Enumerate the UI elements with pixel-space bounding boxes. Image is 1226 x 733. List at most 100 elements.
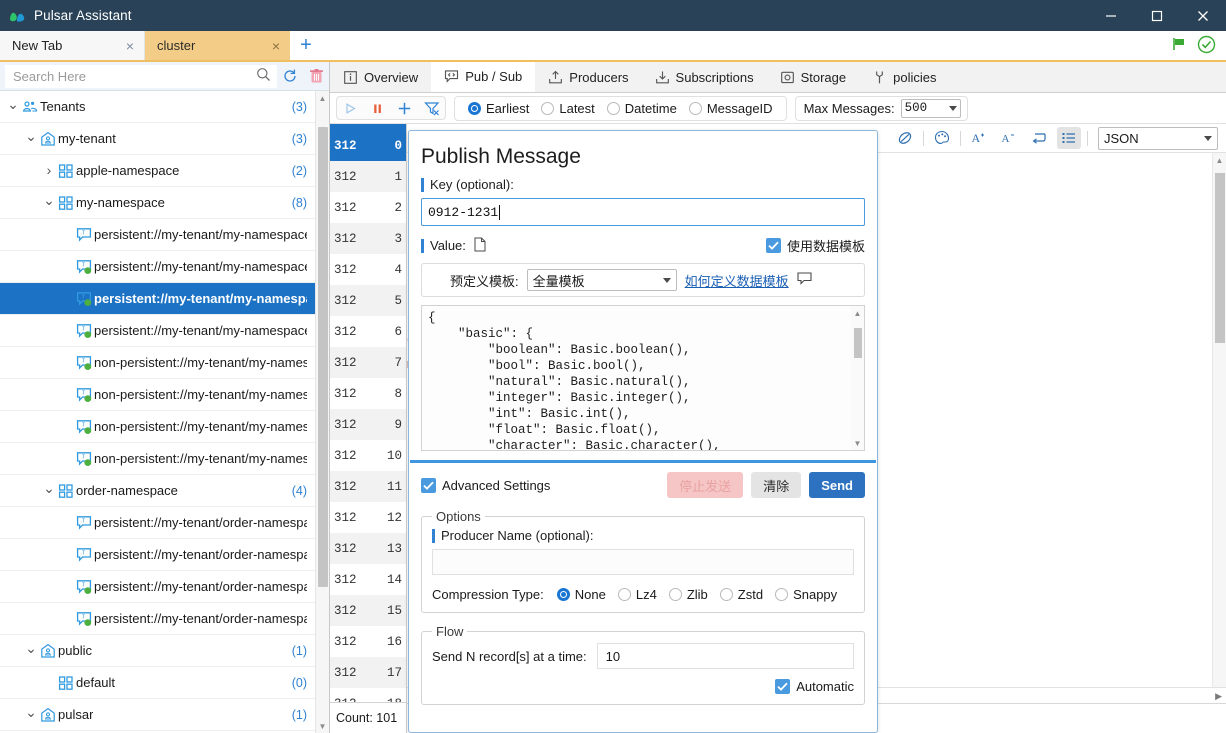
tree-row[interactable]: Tpersistent://my-tenant/my-namespace/ [0, 283, 315, 315]
tree-scrollbar[interactable]: ▲ ▼ [315, 91, 329, 733]
viewer-scrollbar[interactable]: ▲ [1212, 153, 1226, 687]
scroll-right-icon[interactable]: ▶ [1215, 691, 1222, 702]
tab-storage[interactable]: Storage [767, 62, 860, 92]
radio-dot[interactable] [618, 588, 631, 601]
compression-radio-snappy[interactable]: Snappy [770, 587, 842, 602]
connection-ok-icon[interactable] [1197, 35, 1216, 57]
chevron-down-icon[interactable]: ⌄ [42, 480, 56, 497]
tree-row[interactable]: Tpersistent://my-tenant/my-namespace/ [0, 315, 315, 347]
maximize-button[interactable] [1134, 0, 1180, 31]
format-select[interactable]: JSON [1098, 127, 1218, 150]
editor-scrollbar[interactable]: ▲ ▼ [851, 306, 864, 450]
message-row[interactable]: 3122 [330, 192, 406, 223]
message-row[interactable]: 31217 [330, 657, 406, 688]
scroll-thumb[interactable] [854, 328, 862, 358]
scroll-thumb[interactable] [1215, 173, 1225, 343]
tab-new-tab[interactable]: New Tab × [0, 31, 145, 60]
radio-dot[interactable] [607, 102, 620, 115]
compression-radio-zstd[interactable]: Zstd [715, 587, 768, 602]
font-increase-icon[interactable]: A [967, 127, 991, 149]
search-icon[interactable] [256, 67, 271, 85]
tree-row[interactable]: Tpersistent://my-tenant/order-namespac [0, 603, 315, 635]
message-row[interactable]: 31215 [330, 595, 406, 626]
message-row[interactable]: 3128 [330, 378, 406, 409]
search-box[interactable] [5, 65, 277, 88]
play-icon[interactable] [337, 97, 364, 119]
pause-icon[interactable] [364, 97, 391, 119]
close-button[interactable] [1180, 0, 1226, 31]
clear-filter-icon[interactable] [418, 97, 445, 119]
use-template-checkbox[interactable] [766, 238, 781, 253]
message-row[interactable]: 3121 [330, 161, 406, 192]
compression-radio-none[interactable]: None [552, 587, 611, 602]
max-messages-select[interactable]: 500 [901, 99, 961, 118]
tree-row[interactable]: Tpersistent://my-tenant/my-namespace/ [0, 219, 315, 251]
advanced-settings-checkbox[interactable] [421, 478, 436, 493]
message-row[interactable]: 31218 [330, 688, 406, 702]
radio-dot[interactable] [669, 588, 682, 601]
wrap-icon[interactable] [1027, 127, 1051, 149]
chevron-right-icon[interactable]: › [42, 162, 56, 178]
tenant-tree[interactable]: ⌄Tenants(3)⌄my-tenant(3)›apple-namespace… [0, 91, 329, 733]
tree-row[interactable]: Tnon-persistent://my-tenant/my-namesp [0, 379, 315, 411]
chevron-down-icon[interactable]: ⌄ [6, 96, 20, 113]
scroll-thumb[interactable] [318, 127, 328, 587]
tab-subscriptions[interactable]: Subscriptions [642, 62, 767, 92]
message-row[interactable]: 31216 [330, 626, 406, 657]
list-icon[interactable] [1057, 127, 1081, 149]
radio-latest[interactable]: Latest [536, 101, 599, 116]
tree-row[interactable]: default(0) [0, 667, 315, 699]
tree-row[interactable]: Tpersistent://my-tenant/order-namespac [0, 571, 315, 603]
tab-producers[interactable]: Producers [535, 62, 641, 92]
send-button[interactable]: Send [809, 472, 865, 498]
minimize-button[interactable] [1088, 0, 1134, 31]
eraser-icon[interactable] [893, 127, 917, 149]
tab-pub-sub[interactable]: Pub / Sub [431, 62, 535, 92]
message-row[interactable]: 3120 [330, 130, 406, 161]
flag-icon[interactable] [1171, 37, 1187, 54]
tree-row[interactable]: Tnon-persistent://my-tenant/my-namesp [0, 411, 315, 443]
tree-row[interactable]: Tpersistent://my-tenant/my-namespace/ [0, 251, 315, 283]
scroll-up-icon[interactable]: ▲ [851, 306, 864, 320]
predefined-template-select[interactable]: 全量模板 [527, 269, 677, 291]
message-row[interactable]: 31214 [330, 564, 406, 595]
message-row[interactable]: 3129 [330, 409, 406, 440]
scroll-up-icon[interactable]: ▲ [316, 91, 329, 105]
template-help-link[interactable]: 如何定义数据模板 [685, 271, 789, 290]
message-row[interactable]: 31213 [330, 533, 406, 564]
stop-send-button[interactable]: 停止发送 [667, 472, 743, 498]
search-input[interactable] [11, 68, 256, 85]
comment-icon[interactable] [797, 272, 812, 288]
automatic-checkbox[interactable] [775, 679, 790, 694]
radio-dot[interactable] [468, 102, 481, 115]
tree-row[interactable]: ⌄my-tenant(3) [0, 123, 315, 155]
palette-icon[interactable] [930, 127, 954, 149]
tab-policies[interactable]: policies [859, 62, 949, 92]
tree-row[interactable]: Tnon-persistent://my-tenant/my-namesp [0, 443, 315, 475]
compression-radio-zlib[interactable]: Zlib [664, 587, 713, 602]
file-icon[interactable] [474, 237, 486, 255]
message-row[interactable]: 3127 [330, 347, 406, 378]
tree-row[interactable]: ⌄my-namespace(8) [0, 187, 315, 219]
tab-close-icon[interactable]: × [126, 39, 134, 53]
tree-row[interactable]: Tpersistent://my-tenant/order-namespac [0, 539, 315, 571]
message-row[interactable]: 3123 [330, 223, 406, 254]
template-editor-code[interactable]: { "basic": { "boolean": Basic.boolean(),… [428, 310, 850, 450]
radio-datetime[interactable]: Datetime [602, 101, 682, 116]
chevron-down-icon[interactable]: ⌄ [24, 640, 38, 657]
message-row[interactable]: 31212 [330, 502, 406, 533]
tree-row[interactable]: ⌄Tenants(3) [0, 91, 315, 123]
chevron-down-icon[interactable]: ⌄ [42, 192, 56, 209]
flow-input[interactable]: 10 [597, 643, 854, 669]
chevron-down-icon[interactable]: ⌄ [24, 704, 38, 721]
message-row[interactable]: 31210 [330, 440, 406, 471]
tab-close-icon[interactable]: × [272, 39, 280, 53]
key-input[interactable]: 0912-1231 [421, 198, 865, 226]
compression-radio-lz4[interactable]: Lz4 [613, 587, 662, 602]
tab-overview[interactable]: Overview [330, 62, 431, 92]
message-row[interactable]: 31211 [330, 471, 406, 502]
producer-name-input[interactable] [432, 549, 854, 575]
tree-row[interactable]: ⌄order-namespace(4) [0, 475, 315, 507]
message-table-body[interactable]: 3120312131223123312431253126312731283129… [330, 130, 406, 702]
template-editor[interactable]: { "basic": { "boolean": Basic.boolean(),… [421, 305, 865, 451]
